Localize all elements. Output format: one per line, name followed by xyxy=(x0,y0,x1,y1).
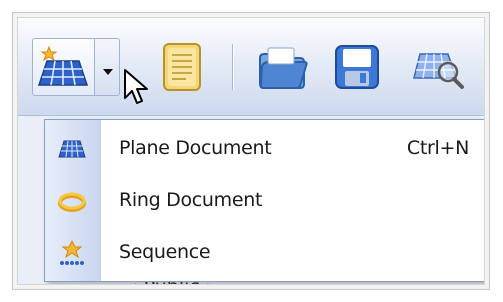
window-content: ‹ Public › Plane Document Ctrl+N xyxy=(17,17,485,285)
menu-item-label: Ring Document xyxy=(119,189,263,211)
plane-document-icon xyxy=(58,140,86,158)
open-folder-icon[interactable] xyxy=(254,40,310,94)
notes-icon[interactable] xyxy=(158,40,206,94)
new-document-button[interactable] xyxy=(32,38,94,96)
save-icon[interactable] xyxy=(332,40,382,94)
sequence-icon xyxy=(60,239,84,265)
new-document-menu: Plane Document Ctrl+N Ring Document Sequ… xyxy=(44,119,484,282)
mouse-cursor-icon xyxy=(124,69,148,104)
ring-document-icon xyxy=(58,192,86,212)
new-document-dropdown-button[interactable] xyxy=(94,38,120,96)
toolbar xyxy=(18,18,484,116)
menu-item-plane-document[interactable]: Plane Document Ctrl+N xyxy=(45,124,484,174)
menu-item-shortcut: Ctrl+N xyxy=(406,137,469,159)
dropdown-arrow-icon xyxy=(103,69,113,75)
new-plane-document-icon xyxy=(37,45,89,86)
zoom-search-icon[interactable] xyxy=(410,40,468,94)
close-icon-partial xyxy=(484,156,485,168)
menu-item-label: Plane Document xyxy=(119,137,272,159)
toolbar-separator xyxy=(232,44,233,90)
window-frame: ‹ Public › Plane Document Ctrl+N xyxy=(12,12,490,290)
menu-item-sequence[interactable]: Sequence xyxy=(45,228,484,278)
menu-item-label: Sequence xyxy=(119,241,211,263)
menu-item-ring-document[interactable]: Ring Document xyxy=(45,176,484,226)
